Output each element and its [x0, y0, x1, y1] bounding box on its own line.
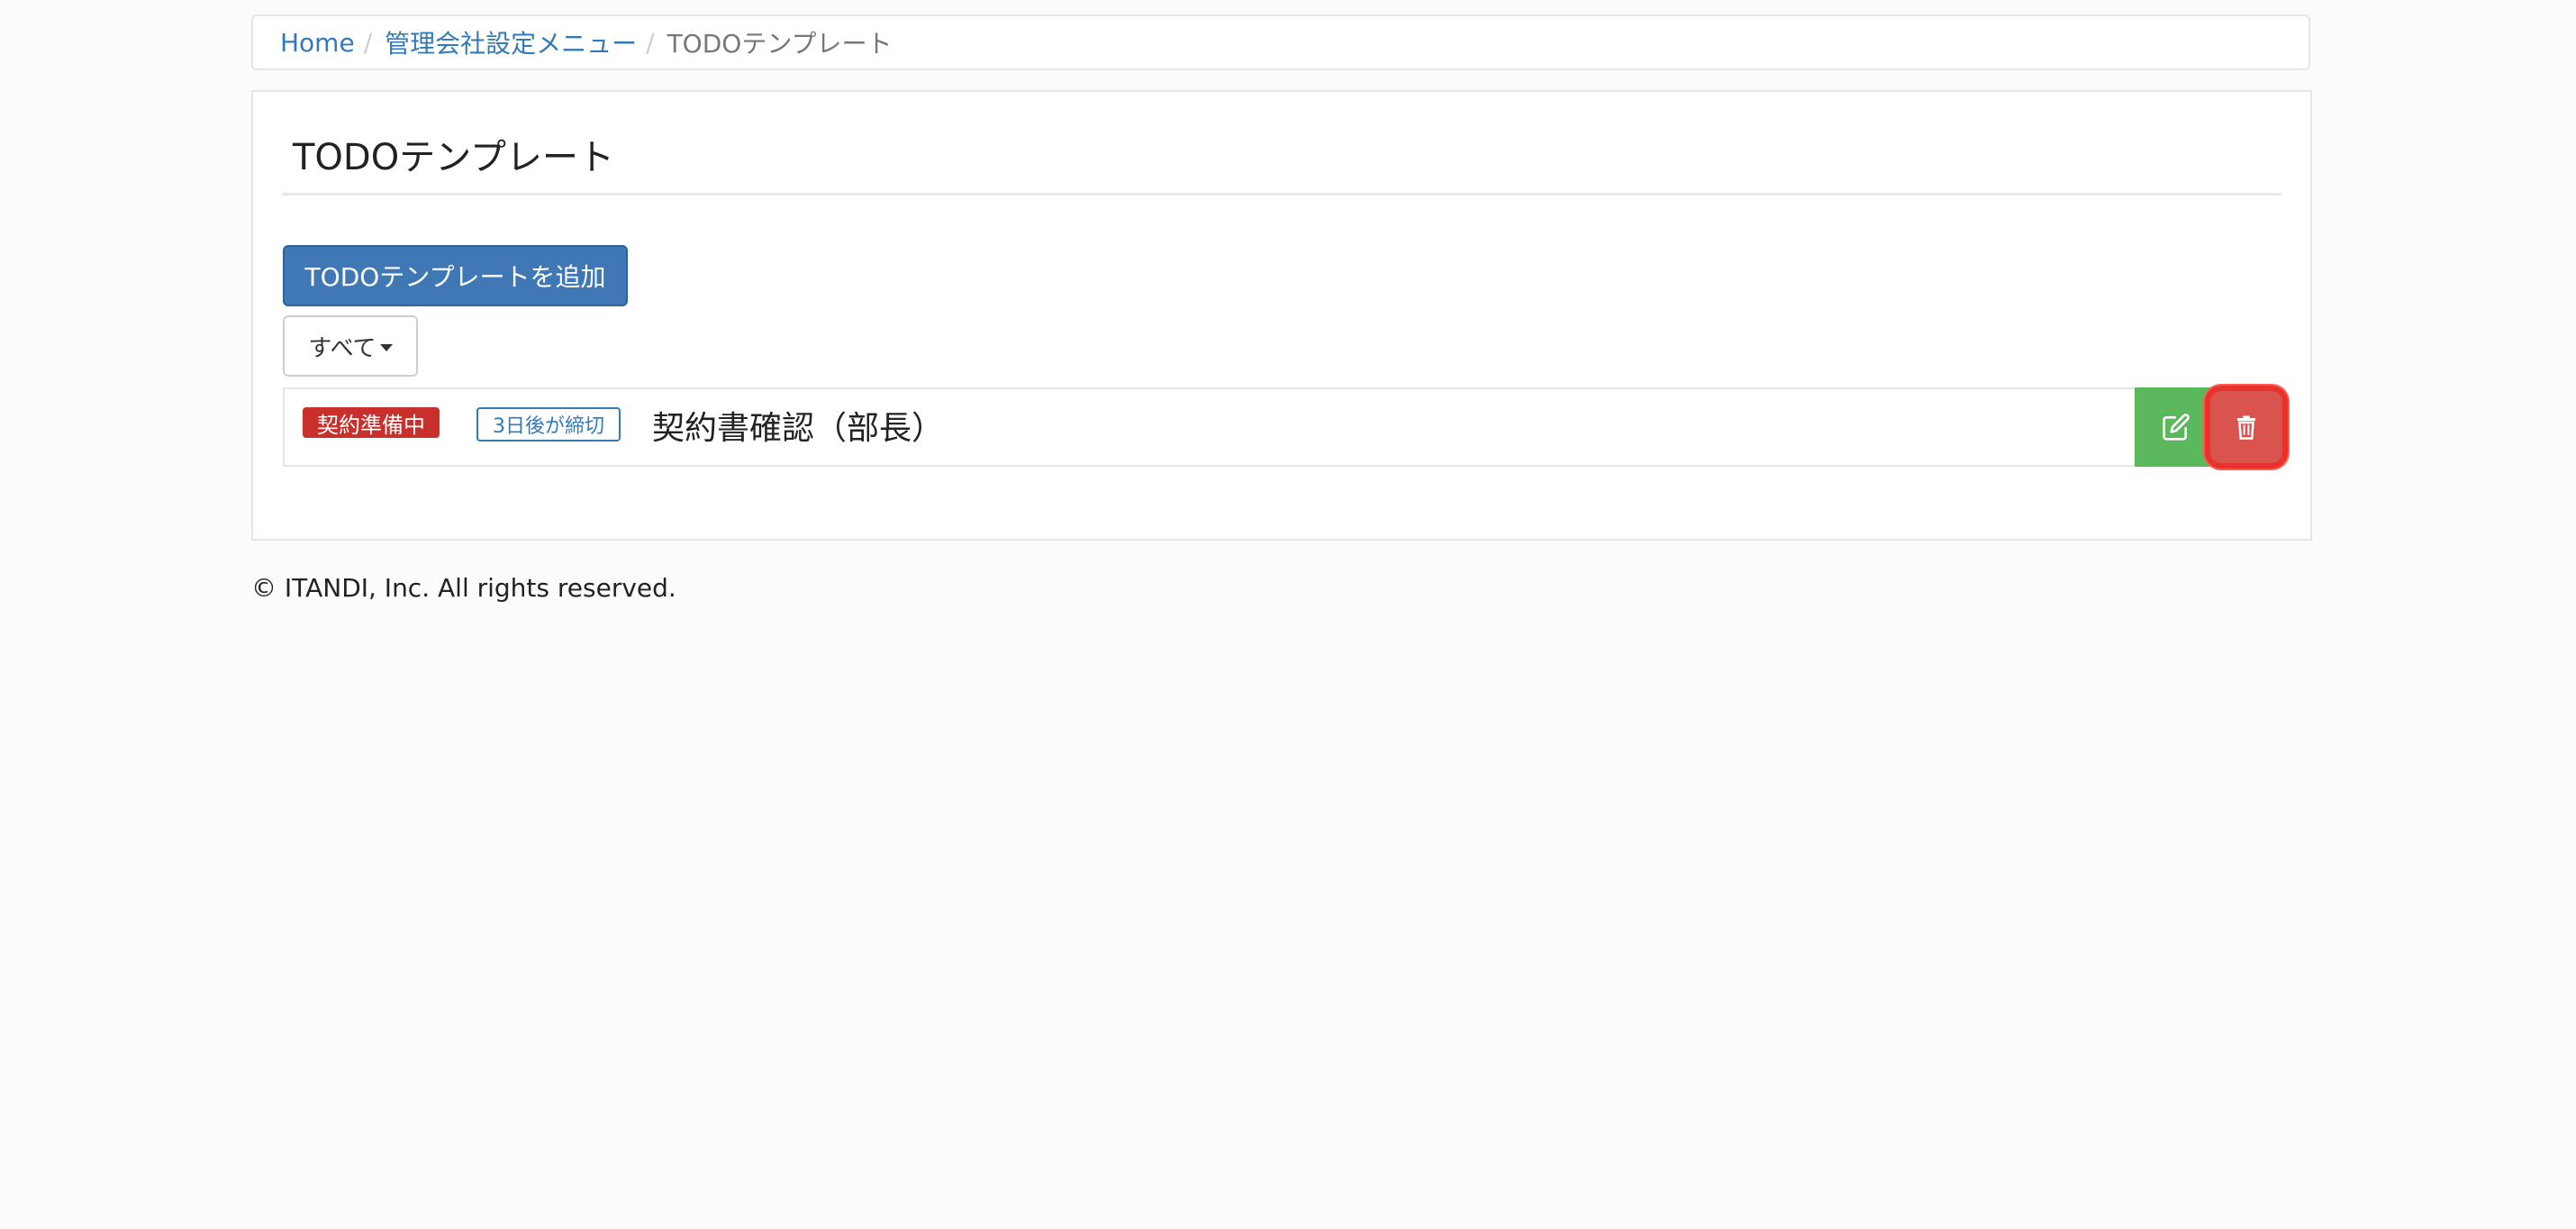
caret-down-icon — [379, 344, 393, 351]
delete-button[interactable] — [2205, 386, 2288, 469]
breadcrumb-home-link[interactable]: Home — [280, 28, 355, 58]
breadcrumb: Home / 管理会社設定メニュー / TODOテンプレート — [251, 14, 2310, 70]
breadcrumb-current: TODOテンプレート — [667, 29, 893, 59]
title-divider — [282, 193, 2281, 196]
todo-template-row: 契約準備中 3日後が締切 契約書確認（部長） — [283, 386, 2288, 469]
filter-dropdown-label: すべて — [308, 333, 376, 361]
footer-copyright: © ITANDI, Inc. All rights reserved. — [251, 573, 676, 603]
edit-icon — [2163, 414, 2190, 441]
page-title: TODOテンプレート — [293, 137, 615, 178]
status-badge: 契約準備中 — [303, 407, 440, 438]
filter-dropdown[interactable]: すべて — [283, 315, 418, 377]
todo-template-panel: TODOテンプレート TODOテンプレートを追加 すべて 契約準備中 3日後が締… — [251, 90, 2312, 541]
breadcrumb-separator: / — [363, 27, 373, 58]
breadcrumb-separator: / — [646, 27, 655, 58]
deadline-badge: 3日後が締切 — [476, 407, 621, 442]
breadcrumb-menu-link[interactable]: 管理会社設定メニュー — [385, 24, 637, 60]
add-todo-template-button[interactable]: TODOテンプレートを追加 — [283, 245, 628, 306]
trash-icon — [2237, 415, 2255, 440]
todo-title: 契約書確認（部長） — [652, 410, 945, 447]
